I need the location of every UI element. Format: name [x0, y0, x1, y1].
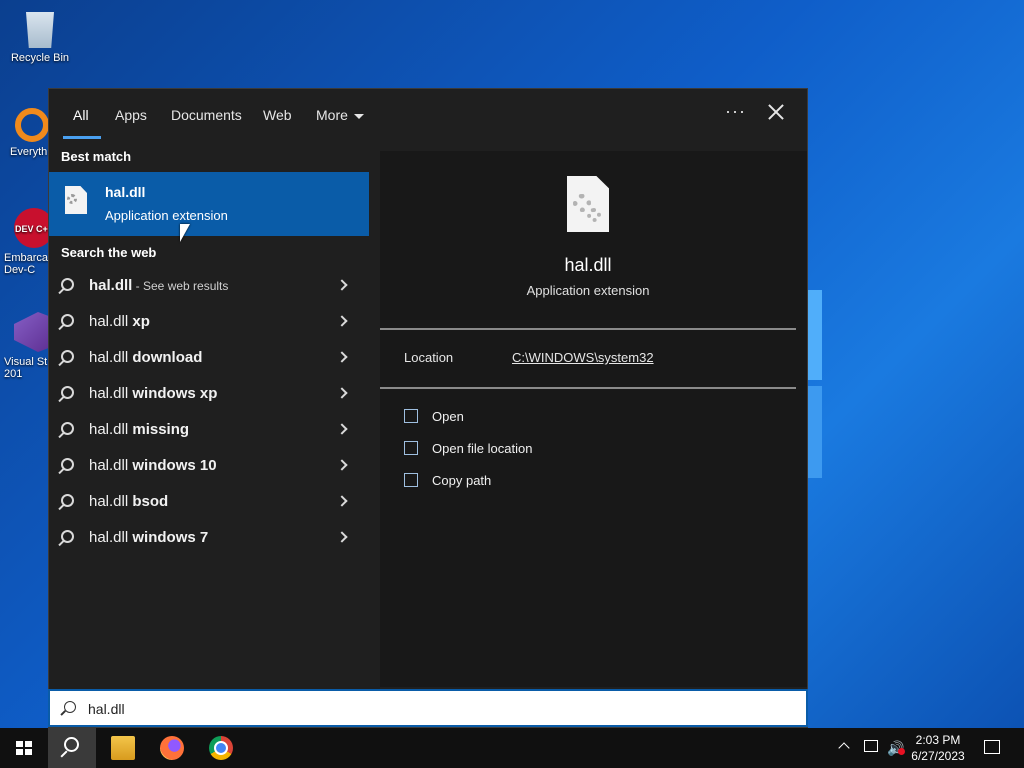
firefox-icon[interactable] — [160, 736, 184, 760]
search-icon — [61, 350, 74, 363]
wallpaper-beam — [808, 386, 822, 478]
web-result-item[interactable]: hal.dll windows xp — [49, 376, 369, 412]
web-result-text: hal.dll missing — [89, 421, 190, 438]
web-result-item[interactable]: hal.dll windows 7 — [49, 520, 369, 556]
mouse-cursor-icon — [180, 224, 190, 242]
chevron-right-icon — [336, 459, 348, 471]
desktop-icon-recycle-bin[interactable]: Recycle Bin — [2, 8, 78, 64]
chevron-right-icon — [336, 351, 348, 363]
chevron-right-icon — [336, 279, 348, 291]
network-icon[interactable] — [864, 740, 878, 752]
search-icon — [64, 701, 76, 713]
action-label: Open file location — [432, 441, 533, 456]
chevron-up-icon[interactable] — [838, 742, 850, 754]
tab-apps[interactable]: Apps — [115, 107, 147, 123]
web-heading: Search the web — [61, 245, 157, 260]
web-result-text: hal.dll windows 7 — [89, 529, 209, 546]
dll-file-icon — [65, 186, 87, 214]
clock-date: 6/27/2023 — [911, 749, 965, 763]
everything-icon — [15, 108, 49, 142]
search-bar[interactable] — [48, 689, 808, 727]
desktop-icon-label: Visual St 201 — [4, 356, 48, 380]
web-result-item[interactable]: hal.dll download — [49, 340, 369, 376]
best-match-subtitle: Application extension — [105, 208, 228, 223]
preview-subtitle: Application extension — [526, 283, 650, 298]
web-result-item[interactable]: hal.dll bsod — [49, 484, 369, 520]
file-explorer-icon[interactable] — [111, 736, 135, 760]
location-label: Location — [404, 350, 454, 365]
web-result-text: hal.dll bsod — [89, 493, 169, 510]
preview-pane: hal.dll Application extension Location C… — [380, 151, 807, 687]
recycle-bin-icon — [26, 12, 54, 48]
location-link[interactable]: C:\WINDOWS\system32 — [512, 350, 654, 365]
tab-more-label: More — [316, 107, 348, 123]
preview-title: hal.dll — [564, 255, 612, 275]
action-label: Open — [432, 409, 464, 424]
search-input[interactable] — [88, 698, 788, 720]
search-flyout: All Apps Documents Web More ··· Best mat… — [48, 88, 808, 728]
caret-down-icon — [353, 113, 364, 119]
web-result-item[interactable]: hal.dll - See web results — [49, 268, 369, 304]
more-options-icon[interactable]: ··· — [725, 101, 746, 122]
web-result-text: hal.dll - See web results — [89, 277, 229, 294]
tab-all[interactable]: All — [73, 107, 89, 123]
divider — [380, 328, 796, 330]
folder-icon — [404, 441, 418, 455]
best-match-item[interactable]: hal.dll Application extension — [49, 172, 369, 236]
best-match-heading: Best match — [61, 149, 132, 164]
copy-path-action[interactable]: Copy path — [404, 471, 764, 495]
search-icon — [61, 458, 74, 471]
clock-time: 2:03 PM — [915, 733, 961, 747]
tab-documents[interactable]: Documents — [171, 107, 242, 123]
open-action[interactable]: Open — [404, 407, 764, 431]
chevron-right-icon — [336, 387, 348, 399]
chevron-right-icon — [336, 423, 348, 435]
search-icon — [64, 737, 79, 752]
chevron-right-icon — [336, 495, 348, 507]
action-label: Copy path — [432, 473, 492, 488]
web-result-text: hal.dll xp — [89, 313, 150, 330]
search-icon — [61, 530, 74, 543]
web-result-text: hal.dll windows 10 — [89, 457, 217, 474]
search-icon — [61, 494, 74, 507]
tab-more[interactable]: More — [316, 107, 364, 123]
clock[interactable]: 2:03 PM 6/27/2023 — [902, 732, 974, 764]
search-icon — [61, 386, 74, 399]
copy-icon — [404, 473, 418, 487]
dll-file-icon — [567, 176, 609, 232]
web-result-text: hal.dll windows xp — [89, 385, 218, 402]
search-icon — [61, 278, 74, 291]
web-result-item[interactable]: hal.dll xp — [49, 304, 369, 340]
active-tab-indicator — [63, 136, 101, 139]
divider — [380, 387, 796, 389]
web-result-item[interactable]: hal.dll windows 10 — [49, 448, 369, 484]
chevron-right-icon — [336, 315, 348, 327]
taskbar: 🔊 2:03 PM 6/27/2023 — [0, 728, 1024, 768]
desktop-icon-label: Embarca Dev-C — [4, 252, 49, 276]
search-icon — [61, 314, 74, 327]
windows-logo-icon — [16, 741, 32, 755]
wallpaper-beam — [808, 290, 822, 380]
web-result-text: hal.dll download — [89, 349, 203, 366]
taskbar-search-button[interactable] — [48, 728, 96, 768]
search-icon — [61, 422, 74, 435]
notification-icon[interactable] — [984, 740, 1000, 754]
chevron-right-icon — [336, 531, 348, 543]
start-button[interactable] — [0, 728, 48, 768]
close-icon[interactable] — [765, 101, 787, 123]
chrome-icon[interactable] — [209, 736, 233, 760]
tab-web[interactable]: Web — [263, 107, 292, 123]
results-pane: Best match hal.dll Application extension… — [49, 141, 379, 689]
search-tabs: All Apps Documents Web More ··· — [49, 89, 809, 141]
best-match-title: hal.dll — [105, 184, 146, 200]
web-result-item[interactable]: hal.dll missing — [49, 412, 369, 448]
open-icon — [404, 409, 418, 423]
desktop-icon-label: Recycle Bin — [10, 52, 70, 64]
open-file-location-action[interactable]: Open file location — [404, 439, 764, 463]
